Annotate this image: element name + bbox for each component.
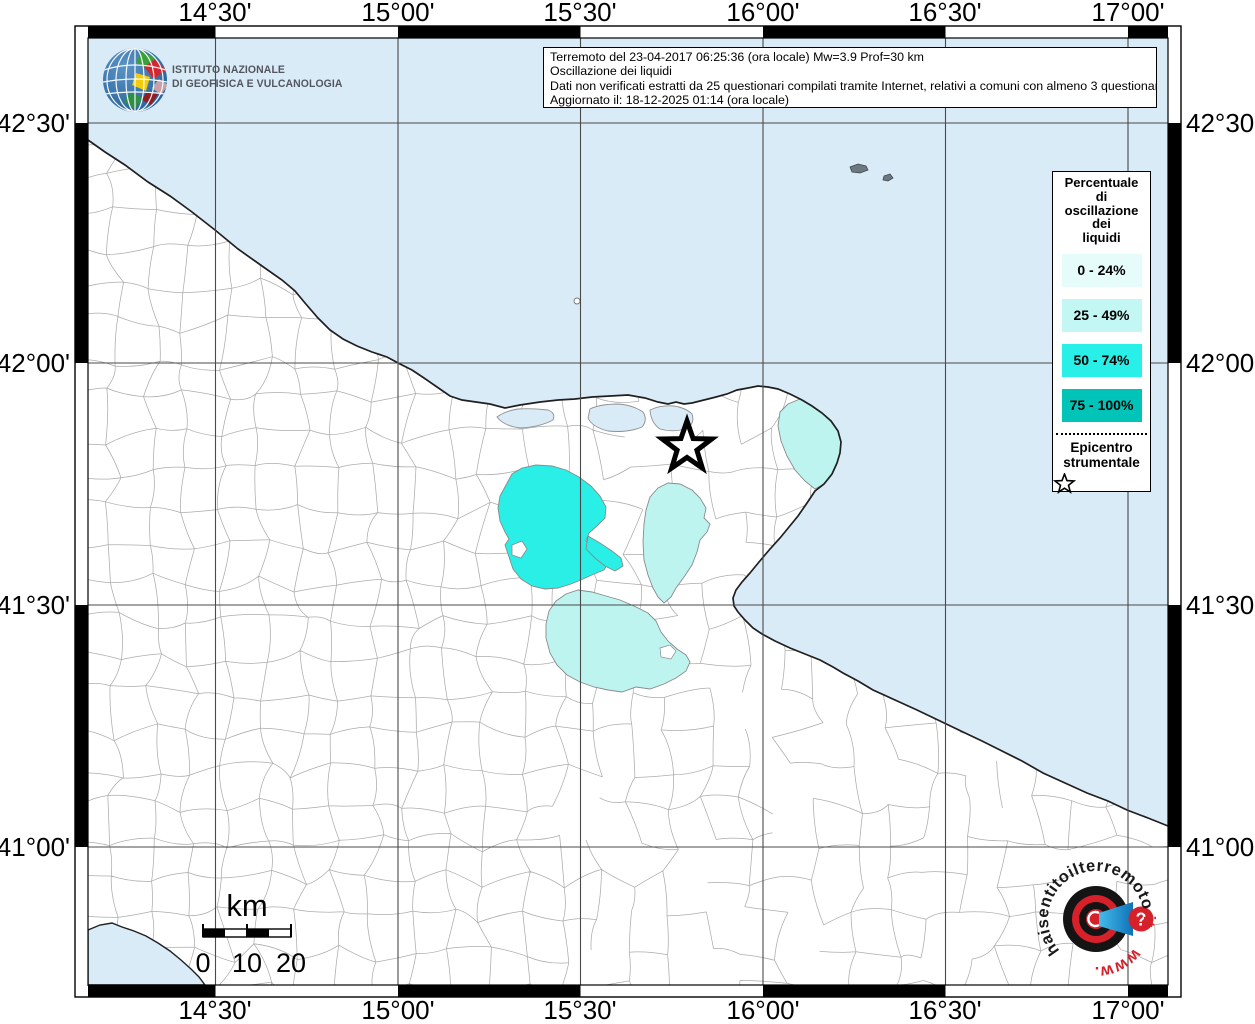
scale-tick-20: 20 <box>276 948 306 978</box>
tick-top-2: 15°00' <box>361 0 434 27</box>
tick-bottom-5: 16°30' <box>908 995 981 1024</box>
event-effect-line: Oscillazione dei liquidi <box>550 64 672 79</box>
map-scene: km 0 10 20 ? haisentitoilterremoto .it ww… <box>0 0 1255 1024</box>
event-data-line: Dati non verificati estratti da 25 quest… <box>550 78 1157 93</box>
tick-right-1: 42°30' <box>1186 108 1255 138</box>
scale-tick-0: 0 <box>195 948 210 978</box>
tick-right-3: 41°30' <box>1186 590 1255 620</box>
tick-top-4: 16°00' <box>726 0 799 27</box>
tick-bottom-3: 15°30' <box>543 995 616 1024</box>
tick-left-2: 42°00' <box>0 348 70 378</box>
legend-divider <box>1056 432 1147 435</box>
tick-bottom-2: 15°00' <box>361 995 434 1024</box>
tick-bottom-4: 16°00' <box>726 995 799 1024</box>
legend-epicenter-label: Epicentro strumentale <box>1063 439 1140 470</box>
tick-top-1: 14°30' <box>178 0 251 27</box>
event-title-line: Terremoto del 23-04-2017 06:25:36 (ora l… <box>550 50 924 64</box>
legend-swatch-25-49: 25 - 49% <box>1061 298 1142 332</box>
tick-top-3: 15°30' <box>543 0 616 27</box>
tick-right-4: 41°00' <box>1186 832 1255 862</box>
tick-top-5: 16°30' <box>908 0 981 27</box>
earthquake-map-page: km 0 10 20 ? haisentitoilterremoto .it ww… <box>0 0 1255 1024</box>
event-updated-line: Aggiornato il: 18-12-2025 01:14 (ora loc… <box>550 92 790 107</box>
scale-tick-10: 10 <box>232 948 262 978</box>
legend-swatch-0-24: 0 - 24% <box>1061 253 1142 287</box>
tick-left-1: 42°30' <box>0 108 70 138</box>
legend-swatch-50-74: 50 - 74% <box>1061 343 1142 377</box>
scale-unit-label: km <box>226 888 267 923</box>
tick-bottom-6: 17°00' <box>1091 995 1164 1024</box>
tick-left-3: 41°30' <box>0 590 70 620</box>
tick-bottom-1: 14°30' <box>178 995 251 1024</box>
event-info-box: Terremoto del 23-04-2017 06:25:36 (ora l… <box>543 47 1157 108</box>
legend-swatch-75-100: 75 - 100% <box>1061 388 1142 422</box>
ingv-wordmark: ISTITUTO NAZIONALE DI GEOFISICA E VULCAN… <box>172 64 343 91</box>
tick-right-2: 42°00' <box>1186 348 1255 378</box>
tick-left-4: 41°00' <box>0 832 70 862</box>
legend: Percentuale di oscillazione dei liquidi … <box>1052 171 1151 494</box>
tick-top-6: 17°00' <box>1091 0 1164 27</box>
ingv-line1: ISTITUTO NAZIONALE <box>172 64 285 76</box>
scale-bar-seg1 <box>203 929 225 937</box>
legend-title: Percentuale di oscillazione dei liquidi <box>1064 175 1139 246</box>
epicenter-star-icon <box>1053 472 1076 494</box>
scale-bar-seg2 <box>247 929 269 937</box>
ingv-line2: DI GEOFISICA E VULCANOLOGIA <box>172 77 343 90</box>
island-small <box>573 297 581 305</box>
